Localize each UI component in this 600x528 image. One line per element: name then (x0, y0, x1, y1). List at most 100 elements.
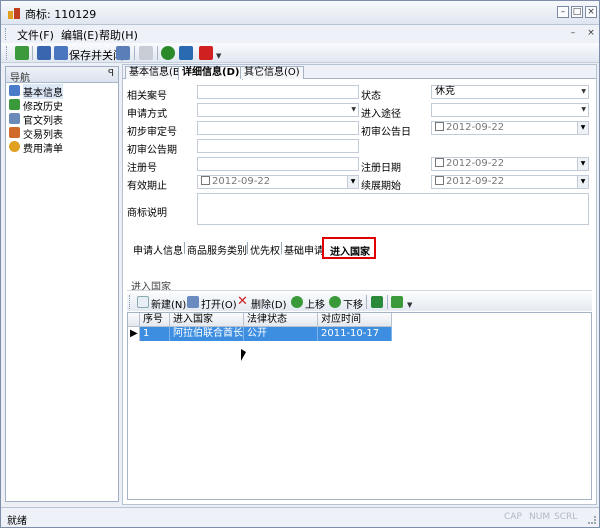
move-up-button[interactable]: 上移 (305, 296, 325, 311)
reg-date-checkbox[interactable] (435, 158, 444, 167)
renewal-start-checkbox[interactable] (435, 176, 444, 185)
menu-bar: 文件(F) 编辑(E) 帮助(H) – × (1, 25, 599, 43)
nav-item-transactions[interactable]: 交易列表 (6, 126, 118, 139)
column-header-country[interactable]: 进入国家 (170, 313, 244, 327)
renewal-start-picker[interactable]: 2012-09-22 ▼ (431, 175, 589, 189)
book-icon[interactable] (179, 46, 193, 60)
open-icon[interactable] (187, 296, 199, 308)
mdi-close-button[interactable]: × (585, 28, 597, 40)
chevron-down-icon[interactable]: ▼ (577, 176, 588, 188)
renewal-start-value: 2012-09-22 (446, 176, 504, 187)
tab-other-info[interactable]: 其它信息(O) (240, 66, 304, 79)
resize-grip[interactable] (588, 516, 596, 524)
delete-button[interactable]: 删除(D) (251, 296, 287, 311)
menu-edit[interactable]: 编辑(E) (59, 27, 101, 43)
subtab-priority[interactable]: 优先权 (250, 242, 280, 257)
trademark-note-textarea[interactable] (197, 193, 589, 225)
subtab-entry-countries[interactable]: 进入国家 (322, 237, 376, 259)
tab-detail-info[interactable]: 详细信息(D) (178, 66, 243, 80)
navigation-panel: 导航 ꟼ 基本信息 修改历史 官文列表 交易列表 费用清单 (5, 66, 119, 502)
trademark-note-label: 商标说明 (127, 204, 167, 219)
menu-file[interactable]: 文件(F) (15, 27, 56, 43)
reg-date-picker[interactable]: 2012-09-22 ▼ (431, 157, 589, 171)
refresh-icon[interactable] (391, 296, 403, 308)
chevron-down-icon[interactable]: ▼ (581, 104, 586, 116)
toolbar-overflow-icon[interactable]: ▼ (407, 301, 412, 309)
column-header-no[interactable]: 序号 (140, 313, 170, 327)
prelim-period-input[interactable] (197, 139, 359, 153)
related-case-input[interactable] (197, 85, 359, 99)
refresh-icon[interactable] (15, 46, 29, 60)
cell-date[interactable]: 2011-10-17 (318, 327, 392, 341)
column-header-legal-status[interactable]: 法律状态 (244, 313, 318, 327)
prelim-no-input[interactable] (197, 121, 359, 135)
window-title: 商标: 110129 (25, 6, 96, 22)
subtab-separator (281, 242, 282, 254)
move-down-icon[interactable] (329, 296, 341, 308)
subtab-base-application[interactable]: 基础申请 (284, 242, 324, 257)
prelim-date-value: 2012-09-22 (446, 122, 504, 133)
info-icon[interactable] (161, 46, 175, 60)
status-bar: 就绪 CAP NUM SCRL (1, 507, 599, 527)
nav-item-label: 费用清单 (23, 140, 63, 155)
valid-until-label: 有效期止 (127, 177, 167, 192)
chevron-down-icon[interactable]: ▼ (581, 86, 586, 98)
save-icon[interactable] (37, 46, 51, 60)
save-as-icon[interactable] (116, 46, 130, 60)
chevron-down-icon[interactable]: ▼ (577, 122, 588, 134)
delete-icon[interactable]: ✕ (237, 296, 249, 308)
nav-item-label: 官文列表 (23, 112, 63, 127)
close-button[interactable]: × (585, 6, 597, 18)
coin-icon (9, 141, 20, 152)
minimize-button[interactable]: – (557, 6, 569, 18)
column-header-date[interactable]: 对应时间 (318, 313, 392, 327)
pin-icon[interactable]: ꟼ (108, 68, 114, 79)
status-select[interactable]: 休克 ▼ (431, 85, 589, 99)
valid-until-checkbox[interactable] (201, 176, 210, 185)
prelim-date-checkbox[interactable] (435, 122, 444, 131)
toolbar-separator (387, 295, 388, 309)
move-down-button[interactable]: 下移 (343, 296, 363, 311)
chevron-down-icon[interactable]: ▼ (351, 104, 356, 116)
reg-no-label: 注册号 (127, 159, 157, 174)
nav-item-fees[interactable]: 费用清单 (6, 140, 118, 153)
toolbar-overflow-icon[interactable]: ▼ (216, 52, 221, 60)
entry-route-select[interactable]: ▼ (431, 103, 589, 117)
grid-toolbar: 新建(N) 打开(O) ✕ 删除(D) 上移 下移 ▼ (127, 293, 592, 311)
document-icon[interactable] (139, 46, 153, 60)
cell-no[interactable]: 1 (140, 327, 170, 341)
cell-country[interactable]: 阿拉伯联合酋长国 (170, 327, 244, 341)
apply-method-select[interactable]: ▼ (197, 103, 359, 117)
move-up-icon[interactable] (291, 296, 303, 308)
num-lock-indicator: NUM (529, 512, 550, 522)
save-close-icon[interactable] (54, 46, 68, 60)
app-icon (7, 6, 21, 20)
nav-item-history[interactable]: 修改历史 (6, 98, 118, 111)
new-icon[interactable] (137, 296, 149, 308)
subtab-applicant[interactable]: 申请人信息 (133, 242, 183, 257)
subtab-goods-services[interactable]: 商品服务类别 (187, 242, 247, 257)
valid-until-picker[interactable]: 2012-09-22 ▼ (197, 175, 359, 189)
open-button[interactable]: 打开(O) (201, 296, 237, 311)
delete-icon[interactable] (199, 46, 213, 60)
maximize-button[interactable]: □ (571, 6, 583, 18)
toolbar-separator (366, 295, 367, 309)
cell-legal-status[interactable]: 公开 (244, 327, 318, 341)
group-divider (127, 290, 592, 291)
nav-item-documents[interactable]: 官文列表 (6, 112, 118, 125)
nav-item-basic-info[interactable]: 基本信息 (6, 84, 118, 97)
document-icon (9, 113, 20, 124)
prelim-date-picker[interactable]: 2012-09-22 ▼ (431, 121, 589, 135)
chevron-down-icon[interactable]: ▼ (577, 158, 588, 170)
menu-grip (5, 28, 8, 40)
subtab-separator (184, 242, 185, 254)
toolbar-separator (32, 46, 33, 60)
row-indicator-icon: ▶ (128, 327, 140, 341)
apply-method-label: 申请方式 (127, 105, 167, 120)
chevron-down-icon[interactable]: ▼ (347, 176, 358, 188)
excel-icon[interactable] (371, 296, 383, 308)
reg-no-input[interactable] (197, 157, 359, 171)
mdi-minimize-button[interactable]: – (567, 28, 579, 40)
new-button[interactable]: 新建(N) (151, 296, 186, 311)
menu-help[interactable]: 帮助(H) (97, 27, 140, 43)
